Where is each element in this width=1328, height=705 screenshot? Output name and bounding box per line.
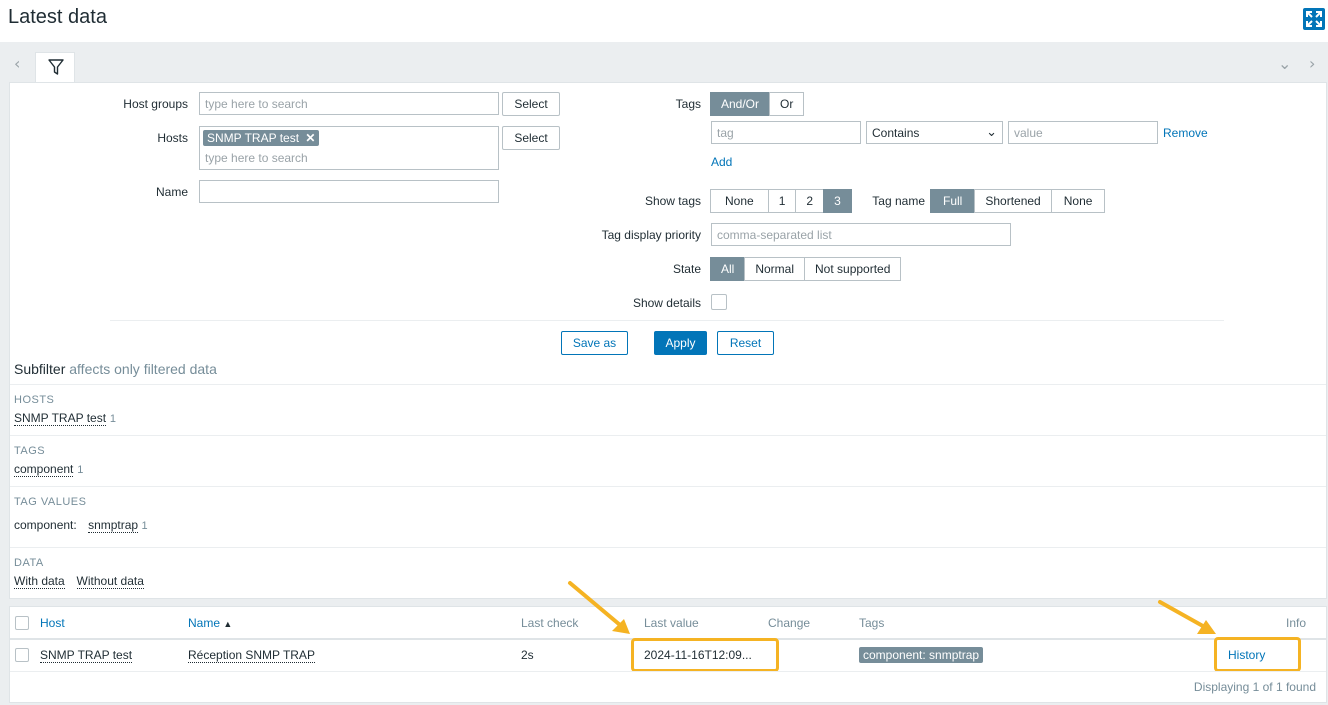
subfilter-hosts-heading: HOSTS	[14, 394, 55, 406]
tags-operator-toggle[interactable]: And/Or Or	[710, 92, 805, 116]
subfilter-divider	[10, 384, 1326, 385]
row-checkbox[interactable]	[15, 648, 29, 662]
filter-tab[interactable]	[35, 52, 75, 83]
table-row-divider	[10, 671, 1326, 672]
show-tags-2[interactable]: 2	[795, 189, 825, 213]
table-footer-count: Displaying 1 of 1 found	[1193, 680, 1316, 694]
annotation-arrow-icon	[1158, 600, 1216, 634]
show-details-label: Show details	[632, 296, 701, 310]
tag-value-input[interactable]: value	[1008, 121, 1158, 144]
tag-name-shortened[interactable]: Shortened	[974, 189, 1052, 213]
chevron-down-icon: ⌄	[986, 124, 997, 139]
tag-name-none[interactable]: None	[1050, 189, 1106, 213]
tags-or-option[interactable]: Or	[769, 92, 805, 116]
row-host-link[interactable]: SNMP TRAP test	[40, 648, 133, 663]
tag-name-toggle[interactable]: Full Shortened None	[930, 189, 1106, 213]
hosts-select-button[interactable]: Select	[502, 126, 560, 150]
tag-input[interactable]: tag	[711, 121, 861, 144]
tag-name-label: Tag name	[872, 194, 925, 208]
column-host[interactable]: Host	[40, 616, 65, 630]
column-change: Change	[768, 616, 811, 630]
subfilter-tag-values-heading: TAG VALUES	[14, 496, 87, 508]
fullscreen-button[interactable]	[1303, 8, 1325, 30]
subfilter-note: affects only filtered data	[69, 361, 217, 377]
tag-display-priority-label: Tag display priority	[601, 228, 701, 242]
collapse-chevron-icon[interactable]: ⌄	[1278, 54, 1291, 73]
subfilter-tag-value-count: 1	[141, 520, 148, 532]
page-title: Latest data	[8, 6, 107, 28]
subfilter-divider	[10, 547, 1326, 548]
hosts-search-input[interactable]: type here to search	[205, 151, 308, 165]
name-input[interactable]	[199, 180, 499, 203]
remove-tag-link[interactable]: Remove	[1163, 126, 1208, 140]
select-all-checkbox[interactable]	[15, 616, 29, 630]
show-tags-1[interactable]: 1	[767, 189, 797, 213]
name-label: Name	[155, 185, 188, 199]
state-normal[interactable]: Normal	[744, 257, 806, 281]
show-tags-label: Show tags	[644, 194, 701, 208]
annotation-arrow-icon	[568, 581, 630, 634]
tag-operator-value: Contains	[872, 126, 920, 140]
show-tags-toggle[interactable]: None 1 2 3	[710, 189, 852, 213]
show-tags-none[interactable]: None	[710, 189, 769, 213]
state-all[interactable]: All	[710, 257, 746, 281]
host-chip: SNMP TRAP test ✕	[203, 130, 320, 146]
apply-button[interactable]: Apply	[654, 331, 707, 355]
filter-icon	[48, 59, 64, 75]
tab-prev-icon[interactable]: ‹	[14, 54, 20, 73]
subfilter-tag-link[interactable]: component	[14, 462, 74, 477]
row-last-value[interactable]: 2024-11-16T12:09...	[644, 648, 752, 662]
tag-operator-select[interactable]: Contains ⌄	[866, 121, 1003, 144]
tab-next-icon[interactable]: ›	[1309, 54, 1315, 73]
tags-and-or-option[interactable]: And/Or	[710, 92, 771, 116]
column-info: Info	[1286, 616, 1307, 630]
subfilter-divider	[10, 486, 1326, 487]
subfilter-tag-item[interactable]: component 1	[14, 462, 84, 477]
history-link[interactable]: History	[1228, 648, 1265, 662]
column-name[interactable]: Name ▲	[188, 616, 232, 630]
host-groups-label: Host groups	[123, 97, 188, 111]
page-header	[0, 0, 1328, 42]
fullscreen-icon	[1306, 11, 1322, 27]
host-chip-label: SNMP TRAP test	[207, 131, 300, 145]
column-name-label: Name	[188, 616, 221, 630]
subfilter-without-data-link[interactable]: Without data	[76, 574, 144, 589]
add-tag-link[interactable]: Add	[711, 155, 732, 169]
subfilter-title: Subfilter	[14, 361, 66, 377]
subfilter-tag-value-link[interactable]: snmptrap	[88, 518, 139, 533]
subfilter-with-data-link[interactable]: With data	[14, 574, 65, 589]
remove-chip-icon[interactable]: ✕	[305, 131, 315, 145]
state-label: State	[672, 262, 701, 276]
subfilter-tag-count: 1	[77, 464, 84, 476]
host-groups-select-button[interactable]: Select	[502, 92, 560, 116]
sort-asc-icon: ▲	[223, 619, 233, 629]
subfilter-host-link[interactable]: SNMP TRAP test	[14, 411, 107, 426]
save-as-button[interactable]: Save as	[561, 331, 628, 355]
subfilter-heading: Subfilter affects only filtered data	[14, 361, 217, 377]
state-toggle[interactable]: All Normal Not supported	[710, 257, 902, 281]
subfilter-data-heading: DATA	[14, 557, 44, 569]
state-not-supported[interactable]: Not supported	[804, 257, 902, 281]
row-last-check: 2s	[521, 648, 534, 662]
column-last-value: Last value	[644, 616, 699, 630]
hosts-label: Hosts	[157, 131, 188, 145]
reset-button[interactable]: Reset	[717, 331, 774, 355]
show-details-checkbox[interactable]	[711, 294, 727, 310]
tags-label: Tags	[675, 97, 701, 111]
tag-name-full[interactable]: Full	[930, 189, 976, 213]
tag-display-priority-input[interactable]: comma-separated list	[711, 223, 1011, 246]
subfilter-host-item[interactable]: SNMP TRAP test 1	[14, 411, 116, 426]
subfilter-data-items: With data Without data	[14, 574, 144, 589]
subfilter-tag-value-item[interactable]: component: snmptrap 1	[14, 518, 148, 533]
show-tags-3[interactable]: 3	[823, 189, 852, 213]
host-groups-input[interactable]: type here to search	[199, 92, 499, 115]
row-tag-chip: component: snmptrap	[859, 647, 984, 663]
subfilter-divider	[10, 435, 1326, 436]
row-item-name[interactable]: Réception SNMP TRAP	[188, 648, 315, 663]
subfilter-tag-value-key: component:	[14, 518, 77, 532]
subfilter-host-count: 1	[109, 413, 116, 425]
column-tags: Tags	[859, 616, 885, 630]
filter-divider	[110, 320, 1224, 321]
subfilter-tags-heading: TAGS	[14, 445, 46, 457]
